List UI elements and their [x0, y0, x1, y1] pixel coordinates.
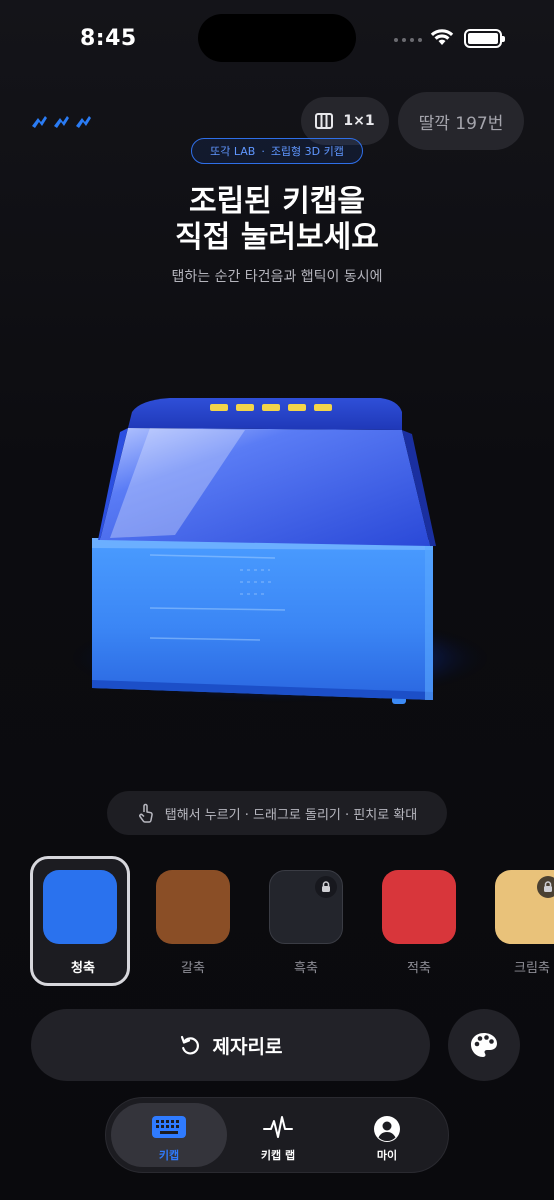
switch-color-picker: 청축 갈축 흑축 적축 크림축 — [0, 856, 554, 990]
swatch-label: 청축 — [71, 961, 95, 976]
swatch-label: 갈축 — [181, 961, 205, 976]
status-time: 8:45 — [80, 26, 137, 51]
tab-label: 키캡 — [158, 1149, 180, 1162]
swatch-chip — [382, 870, 456, 944]
title-line-1: 조립된 키캡을 — [188, 184, 366, 219]
grid-size-label: 1×1 — [343, 113, 375, 129]
keyboard-icon — [152, 1116, 186, 1138]
swatch-blue[interactable]: 청축 — [30, 856, 130, 986]
wifi-icon — [430, 29, 454, 45]
battery-icon — [464, 29, 505, 48]
swatch-red[interactable]: 적축 — [369, 856, 469, 986]
tab-label: 키캡 랩 — [260, 1149, 296, 1162]
tab-label: 마이 — [376, 1149, 398, 1162]
keycap-3d-viewer[interactable] — [40, 370, 520, 730]
swatch-label: 크림축 — [514, 961, 550, 976]
status-bar: 8:45 — [0, 0, 554, 80]
hand-tap-icon — [138, 803, 153, 823]
reset-button-label: 제자리로 — [212, 1035, 283, 1058]
reset-button[interactable]: 제자리로 — [31, 1009, 430, 1081]
waveform-icon — [263, 1116, 293, 1138]
gesture-hint: 탭해서 누르기 · 드래그로 돌리기 · 핀치로 확대 — [107, 791, 447, 835]
ttak-counter: 딸깍 197번 — [398, 92, 524, 150]
gesture-hint-text: 탭해서 누르기 · 드래그로 돌리기 · 핀치로 확대 — [164, 807, 418, 823]
title-line-2: 직접 눌러보세요 — [175, 220, 379, 255]
tab-keycap-lab[interactable]: 키캡 랩 — [220, 1103, 336, 1167]
cellular-signal-icon — [394, 38, 422, 42]
tab-keycap[interactable]: 키캡 — [111, 1103, 227, 1167]
lock-icon — [537, 876, 554, 898]
palette-button[interactable] — [448, 1009, 520, 1081]
swatch-label: 흑축 — [294, 961, 318, 976]
tab-my[interactable]: 마이 — [329, 1103, 445, 1167]
lock-icon — [315, 876, 337, 898]
badge-description: 조립형 3D 키캡 — [270, 145, 344, 158]
tab-bar: 키캡 키캡 랩 마이 — [105, 1097, 449, 1173]
dynamic-island — [198, 14, 356, 62]
logo-icon — [32, 116, 91, 128]
swatch-black[interactable]: 흑축 — [256, 856, 356, 986]
swatch-label: 적축 — [407, 961, 431, 976]
page-subtitle: 탭하는 순간 타건음과 햅틱이 동시에 — [171, 269, 383, 285]
keycap-model — [65, 398, 495, 704]
rotate-reset-icon — [180, 1035, 199, 1055]
badge-brand: 또각 LAB — [210, 145, 256, 158]
brand-badge: 또각 LAB · 조립형 3D 키캡 — [191, 138, 363, 164]
page-title: 조립된 키캡을 직접 눌러보세요 — [0, 184, 554, 256]
badge-separator: · — [261, 144, 265, 158]
swatch-brown[interactable]: 갈축 — [143, 856, 243, 986]
swatch-chip — [43, 870, 117, 944]
swatch-chip — [156, 870, 230, 944]
swatch-cream[interactable]: 크림축 — [482, 856, 554, 986]
profile-icon — [374, 1116, 400, 1142]
grid-layout-icon — [315, 113, 334, 129]
palette-icon — [471, 1033, 497, 1057]
